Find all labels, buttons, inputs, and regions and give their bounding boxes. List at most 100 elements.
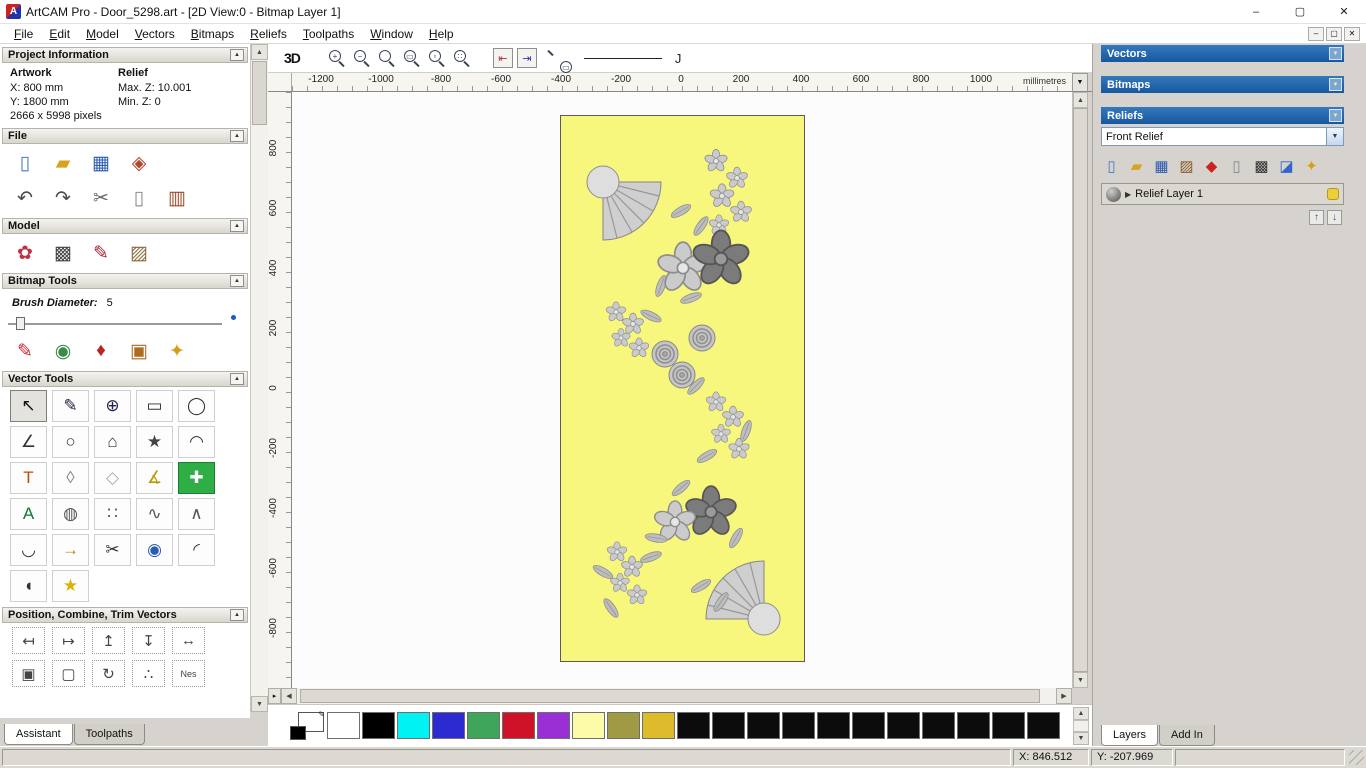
zoom-last-icon[interactable] [376,47,398,69]
align-top-icon[interactable]: ↥ [92,627,125,654]
delete-layer-icon[interactable]: ◪ [1276,155,1297,176]
palette-swatch[interactable] [432,712,465,739]
panel-header-reliefs[interactable]: Reliefs ▼ [1101,107,1344,124]
ellipse-icon[interactable]: ○ [52,426,89,458]
palette-swatch[interactable] [502,712,535,739]
scrollbar-thumb[interactable] [300,689,1040,703]
palette-swatch[interactable] [852,712,885,739]
scroll-up-arrow[interactable]: ▲ [1073,92,1088,108]
collapse-section-button[interactable] [230,609,244,621]
sculpt-icon[interactable]: ✎ [88,240,114,266]
panel-pin-icon[interactable]: ▼ [1329,78,1342,91]
collapse-section-button[interactable] [230,49,244,61]
canvas-horizontal-scrollbar[interactable]: ▸ ◀ ▶ [268,688,1092,704]
trim-icon[interactable]: ✂ [94,534,131,566]
record-icon[interactable]: ▥ [164,185,190,211]
canvas-vertical-scrollbar[interactable]: ▲ ▼ [1072,92,1088,688]
palette-swatch[interactable] [327,712,360,739]
rectangle-icon[interactable]: ▭ [136,390,173,422]
collapse-section-button[interactable] [230,373,244,385]
chevron-down-icon[interactable]: ▼ [1326,128,1343,145]
tab-toolpaths[interactable]: Toolpaths [73,724,145,745]
offset-icon[interactable]: → [52,534,89,566]
scrollbar-track[interactable] [251,126,268,696]
rotate-copy-icon[interactable]: ↻ [92,660,125,687]
snap-next-toggle[interactable]: ⇥ [516,48,537,68]
align-right-icon[interactable]: ↦ [52,627,85,654]
clipart-icon[interactable]: ✿ [12,240,38,266]
star-wizard-icon[interactable]: ★ [52,570,89,602]
mdi-close-button[interactable]: ✕ [1344,26,1360,41]
palette-swatch[interactable] [572,712,605,739]
fillet-icon[interactable]: ◡ [10,534,47,566]
layer-expander-icon[interactable]: ▶ [1125,190,1131,199]
zoom-area-icon[interactable]: ∷ [451,47,473,69]
move-layer-down-button[interactable]: ↓ [1327,210,1342,225]
measure-icon[interactable]: ∡ [136,462,173,494]
zoom-fit-icon[interactable]: ▭ [401,47,423,69]
texture-icon[interactable]: ▨ [1176,155,1197,176]
polyline-icon[interactable]: ∠ [10,426,47,458]
flood-fill-icon[interactable]: ✦ [164,338,190,364]
palette-swatch[interactable] [887,712,920,739]
scroll-right-arrow[interactable]: ▶ [1056,688,1072,704]
photo-icon[interactable]: ▨ [126,240,152,266]
menu-model[interactable]: Model [78,25,127,43]
palette-icon[interactable]: ◉ [50,338,76,364]
tab-assistant[interactable]: Assistant [4,724,73,745]
scrollbar-track[interactable] [1073,720,1089,732]
palette-swatch[interactable] [362,712,395,739]
align-centre-icon[interactable]: ↔ [172,627,205,654]
distort-icon[interactable]: ◊ [52,462,89,494]
text-block-icon[interactable]: A [10,498,47,530]
curve-preview-icon[interactable]: J [675,51,682,66]
mdi-restore-button[interactable]: ▢ [1326,26,1342,41]
palette-swatch[interactable] [817,712,850,739]
paint-icon[interactable]: ✎ [12,338,38,364]
mdi-minimize-button[interactable]: – [1308,26,1324,41]
polygon-icon[interactable]: ⌂ [94,426,131,458]
align-left-icon[interactable]: ↤ [12,627,45,654]
panel-header-bitmaps[interactable]: Bitmaps ▼ [1101,76,1344,93]
minimize-button[interactable]: – [1234,0,1278,23]
zoom-page-icon[interactable]: ▫ [426,47,448,69]
zoom-out-icon[interactable]: − [351,47,373,69]
scroll-down-arrow[interactable]: ▼ [1073,732,1089,745]
node-edit-icon[interactable]: ✎ [52,390,89,422]
paint-set-icon[interactable]: ▣ [126,338,152,364]
scroll-left-arrow[interactable]: ◀ [281,688,297,704]
palette-swatch[interactable] [642,712,675,739]
collapse-section-button[interactable] [230,130,244,142]
wrap-sphere-icon[interactable]: ◍ [52,498,89,530]
zoom-in-icon[interactable]: + [326,47,348,69]
greyscale-view-icon[interactable]: ▩ [1251,155,1272,176]
window-resize-grip[interactable] [1349,750,1364,765]
assistant-panel-scrollbar[interactable]: ▲ ▼ [250,44,268,712]
extrude-icon[interactable]: ◉ [136,534,173,566]
tab-add-in[interactable]: Add In [1159,725,1215,746]
pane-splitter-button[interactable]: ▸ [268,688,281,704]
menu-toolpaths[interactable]: Toolpaths [295,25,362,43]
pick-colour-icon[interactable]: ♦ [88,338,114,364]
block-paste-icon[interactable]: ✚ [178,462,215,494]
close-button[interactable]: ✕ [1322,0,1366,23]
canvas-2d-view[interactable] [292,92,1072,688]
scroll-down-arrow[interactable]: ▼ [251,696,268,712]
menu-window[interactable]: Window [362,25,421,43]
palette-swatch[interactable] [1027,712,1060,739]
fit-lines-icon[interactable]: ∧ [178,498,215,530]
cut-icon[interactable]: ✂ [88,185,114,211]
nest-icon[interactable]: Nes [172,660,205,687]
greyscale-icon[interactable]: ▩ [50,240,76,266]
ruler-units-dropdown-button[interactable]: ▼ [1072,73,1088,92]
colour-gem-icon[interactable]: ◆ [1201,155,1222,176]
snap-prev-toggle[interactable]: ⇤ [492,48,513,68]
palette-swatch[interactable] [677,712,710,739]
undo-icon[interactable]: ↶ [12,185,38,211]
maximize-button[interactable]: ▢ [1278,0,1322,23]
line-width-preview[interactable] [583,57,662,59]
redo-icon[interactable]: ↷ [50,185,76,211]
transform-icon[interactable]: ⊕ [94,390,131,422]
scrollbar-thumb[interactable] [1073,108,1088,672]
new-relief-icon[interactable]: ▯ [1101,155,1122,176]
